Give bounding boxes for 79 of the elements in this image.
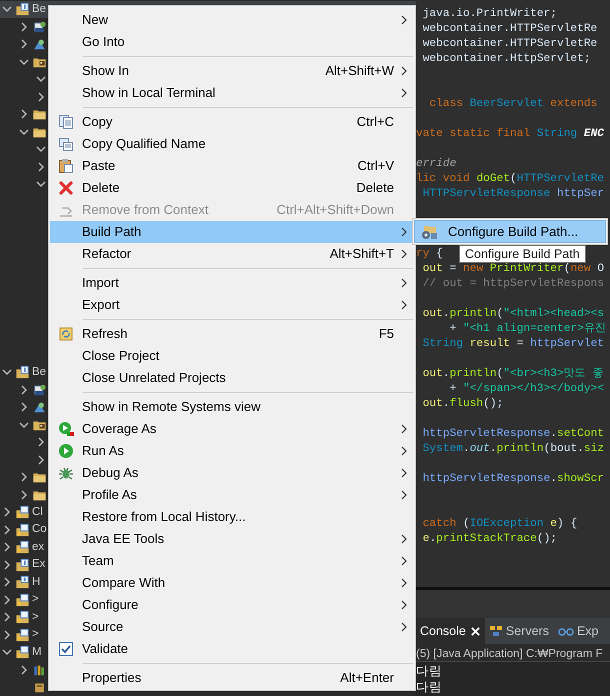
menu-shortcut: F5 [378, 325, 394, 344]
code-line: + "<h1 align=center>유진 [448, 322, 606, 334]
code-line: webcontainer.HTTPServletRe [422, 22, 598, 34]
tree-label: > [32, 592, 39, 608]
code-line: out = new PrintWriter(new O [422, 262, 604, 274]
tab-label: Servers [506, 622, 549, 640]
menu-label: New [82, 11, 108, 30]
menu-label: Close Unrelated Projects [82, 369, 226, 388]
code-line: ry { [416, 248, 443, 260]
menu-shortcut: Alt+Enter [340, 669, 394, 688]
menu-label: Run As [82, 442, 124, 460]
tree-label: Co [32, 522, 47, 538]
tab-label: Console [420, 622, 466, 640]
tooltip: Configure Build Path [459, 245, 586, 263]
console-output-line: 다림 [416, 680, 442, 694]
console-status: (5) [Java Application] C:₩Program F [416, 648, 603, 660]
menu-label: Export [82, 296, 120, 314]
menu-label: Remove from Context [82, 201, 208, 220]
menu-label: Show In [82, 62, 129, 80]
code-line: String result = httpServlet [422, 338, 604, 350]
code-line: java.io.PrintWriter; [422, 8, 557, 20]
tree-label: M [32, 644, 42, 660]
menu-label: Configure [82, 596, 138, 614]
menu-label: Restore from Local History... [82, 508, 246, 526]
code-line: webcontainer.HTTPServletRe [422, 38, 598, 50]
menu-label: Team [82, 552, 114, 570]
code-line: System.out.println(bout.siz [422, 442, 604, 454]
menu-label: Java EE Tools [82, 530, 164, 548]
code-line: out.println("<br><h3>맛도 좋 [422, 368, 604, 380]
code-line: out.println("<html><head><s [422, 308, 604, 320]
tree-label: > [32, 610, 39, 625]
menu-shortcut: Alt+Shift+T [330, 245, 394, 264]
menu-label: Debug As [82, 464, 138, 482]
menu-label: Show in Local Terminal [82, 84, 216, 102]
tree-label: Cl [32, 504, 43, 520]
code-line: HTTPServletResponse httpSer [422, 188, 604, 200]
menu-label: Go Into [82, 33, 125, 52]
menu-label: Validate [82, 640, 128, 658]
menu-label: Show in Remote Systems view [82, 398, 260, 416]
code-line: // out = httpServletRespons [422, 278, 604, 290]
tree-label: Be [32, 2, 46, 17]
code-line: catch (IOException e) { [422, 518, 578, 530]
code-line: out.flush(); [422, 398, 504, 410]
menu-label: Copy [82, 113, 112, 132]
tree-label: ex [32, 540, 44, 555]
code-line: httpServletResponse.showScr [422, 472, 604, 484]
menu-label: Close Project [82, 347, 160, 366]
menu-shortcut: Ctrl+V [358, 157, 394, 176]
tree-label: Be [32, 364, 46, 380]
tab-label: Exp [576, 622, 598, 640]
code-line: vate static final String ENC [416, 128, 604, 140]
code-line: webcontainer.HttpServlet; [422, 52, 591, 64]
tree-label: > [32, 627, 39, 642]
menu-label: Compare With [82, 574, 166, 592]
code-line: class BeerServlet extends [428, 98, 598, 110]
code-line: + "</span></h3></body>< [448, 382, 604, 394]
menu-label: Refresh [82, 325, 128, 344]
menu-label: Properties [82, 669, 142, 688]
console-output-line: 다림 [416, 664, 442, 678]
menu-shortcut: Ctrl+C [356, 113, 394, 132]
menu-label: Paste [82, 157, 116, 176]
menu-label: Configure Build Path... [448, 222, 578, 241]
menu-label: Copy Qualified Name [82, 135, 206, 154]
code-line: lic void doGet(HTTPServletRe [416, 172, 604, 184]
menu-label: Refactor [82, 245, 132, 264]
tree-label: Ex [32, 557, 46, 572]
code-line: httpServletResponse.setCont [422, 428, 604, 440]
code-line: erride [416, 158, 456, 170]
menu-label: Coverage As [82, 420, 156, 438]
menu-label: Source [82, 618, 124, 636]
code-line: e.printStackTrace(); [422, 532, 558, 544]
menu-shortcut: Delete [356, 179, 394, 198]
menu-shortcut: Alt+Shift+W [325, 62, 394, 80]
menu-label: Build Path [82, 223, 142, 242]
menu-shortcut: Ctrl+Alt+Shift+Down [276, 201, 394, 220]
tree-label: H [32, 574, 40, 590]
menu-label: Profile As [82, 486, 137, 504]
menu-label: Import [82, 274, 119, 292]
menu-label: Delete [82, 179, 120, 198]
